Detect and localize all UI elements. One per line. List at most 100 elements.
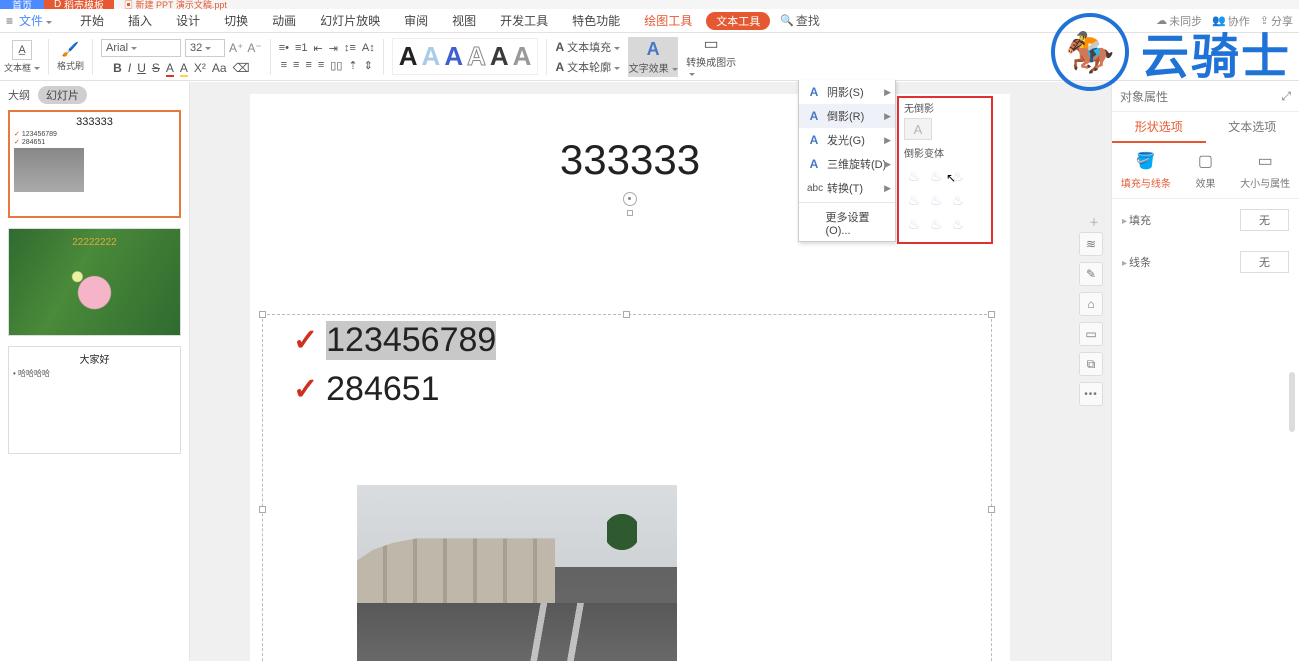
subtab-fill-line[interactable]: 🪣填充与线条 — [1121, 151, 1171, 190]
shrink-font-button[interactable]: A⁻ — [247, 41, 261, 55]
reflection-variant-2[interactable]: ♨ — [928, 167, 944, 185]
bold-button[interactable]: B — [113, 61, 122, 75]
side-more-button[interactable]: ••• — [1079, 382, 1103, 406]
menu-3d-rotate[interactable]: A三维旋转(D)▶ — [799, 152, 895, 176]
menu-view[interactable]: 视图 — [452, 12, 476, 29]
tab-document[interactable]: ▣ 新建 PPT 演示文稿.ppt — [114, 0, 237, 11]
text-effect-button[interactable]: A 文字效果 — [628, 37, 678, 77]
line-spacing-button[interactable]: ↕≡ — [344, 42, 356, 55]
content-image[interactable] — [357, 485, 677, 661]
grow-font-button[interactable]: A⁺ — [229, 41, 243, 55]
text-outline-button[interactable]: A文本轮廓 — [555, 59, 620, 75]
content-bullet-1[interactable]: ✓ 123456789 — [293, 321, 991, 360]
menu-file[interactable]: 文件 — [19, 12, 52, 29]
indent-inc-button[interactable]: ⇥ — [329, 42, 338, 55]
numbering-button[interactable]: ≡1 — [295, 42, 308, 55]
menu-design[interactable]: 设计 — [176, 12, 200, 29]
tab-home[interactable]: 首页 — [0, 0, 44, 9]
menu-insert[interactable]: 插入 — [128, 12, 152, 29]
underline-button[interactable]: U — [137, 61, 146, 75]
side-layers-button[interactable]: ≋ — [1079, 232, 1103, 256]
text-fill-button[interactable]: A文本填充 — [555, 39, 620, 55]
align-middle-button[interactable]: ⇕ — [364, 59, 373, 72]
text-direction-button[interactable]: A↕ — [362, 42, 375, 55]
handle-tm[interactable] — [623, 311, 630, 318]
handle-tl[interactable] — [259, 311, 266, 318]
menu-transition[interactable]: 切换 — [224, 12, 248, 29]
wordart-style-1[interactable]: A — [399, 41, 418, 72]
menu-text-tools[interactable]: 文本工具 — [706, 12, 770, 30]
menu-transform[interactable]: abc转换(T)▶ — [799, 176, 895, 200]
reflection-variant-5[interactable]: ♨ — [928, 191, 944, 209]
menu-reflection[interactable]: A倒影(R)▶ — [799, 104, 895, 128]
menu-more-settings[interactable]: 更多设置(O)... — [799, 205, 895, 241]
align-justify-button[interactable]: ≡ — [318, 59, 324, 72]
convert-to-shape-button[interactable]: ▭ 转换成图示 — [686, 37, 736, 77]
font-name-select[interactable]: Arial — [101, 39, 181, 57]
font-color-button[interactable]: A — [166, 61, 174, 75]
prop-line-row[interactable]: ▸线条 无 — [1112, 241, 1299, 283]
menu-special[interactable]: 特色功能 — [572, 12, 620, 29]
menu-drawing-tools[interactable]: 绘图工具 — [644, 12, 692, 29]
italic-button[interactable]: I — [128, 61, 131, 75]
wordart-style-2[interactable]: A — [422, 41, 441, 72]
textbox-button[interactable]: A̲ 文本框 — [4, 40, 40, 74]
side-home-button[interactable]: ⌂ — [1079, 292, 1103, 316]
menu-dev[interactable]: 开发工具 — [500, 12, 548, 29]
strike-button[interactable]: S — [152, 61, 160, 75]
columns-button[interactable]: ▯▯ — [330, 59, 342, 72]
rotation-handle[interactable] — [623, 192, 637, 206]
tab-text-options[interactable]: 文本选项 — [1206, 112, 1299, 143]
side-slide-button[interactable]: ▭ — [1079, 322, 1103, 346]
align-center-button[interactable]: ≡ — [293, 59, 299, 72]
pane-scrollbar[interactable] — [1289, 372, 1295, 432]
reflection-variant-4[interactable]: ♨ — [906, 191, 922, 209]
wordart-style-4[interactable]: A — [467, 41, 486, 72]
bullets-button[interactable]: ≡• — [279, 42, 289, 55]
align-top-button[interactable]: ⇡ — [348, 59, 357, 72]
collapse-icon[interactable]: ⤢ — [1281, 89, 1291, 104]
slide-title[interactable]: 333333 — [250, 136, 1010, 184]
no-reflection-option[interactable]: A — [904, 118, 932, 140]
subtab-effect[interactable]: ▢效果 — [1180, 151, 1230, 190]
superscript-button[interactable]: X² — [194, 61, 206, 75]
wordart-gallery[interactable]: A A A A A A — [392, 38, 539, 75]
tab-slides[interactable]: 幻灯片 — [38, 86, 87, 104]
menu-glow[interactable]: A发光(G)▶ — [799, 128, 895, 152]
highlight-button[interactable]: A — [180, 61, 188, 75]
handle-tr[interactable] — [988, 311, 995, 318]
menu-review[interactable]: 审阅 — [404, 12, 428, 29]
wordart-style-6[interactable]: A — [513, 41, 532, 72]
clear-format-button[interactable]: ⌫ — [233, 61, 250, 75]
menu-shadow[interactable]: A阴影(S)▶ — [799, 80, 895, 104]
slide-thumb-1[interactable]: 333333 123456789 284651 — [8, 110, 181, 218]
align-right-button[interactable]: ≡ — [305, 59, 311, 72]
content-bullet-2[interactable]: ✓ 284651 — [293, 370, 991, 409]
reflection-variant-1[interactable]: ♨ — [906, 167, 922, 185]
hamburger-icon[interactable]: ≡ — [6, 14, 13, 28]
prop-fill-value[interactable]: 无 — [1240, 209, 1289, 231]
search-button[interactable]: 🔍查找 — [780, 12, 820, 29]
change-case-button[interactable]: Aa — [212, 61, 227, 75]
handle-ml[interactable] — [259, 506, 266, 513]
tab-outline[interactable]: 大纲 — [8, 87, 30, 103]
prop-line-value[interactable]: 无 — [1240, 251, 1289, 273]
slide-thumb-2[interactable]: 22222222 — [8, 228, 181, 336]
wordart-style-3[interactable]: A — [444, 41, 463, 72]
format-brush-button[interactable]: 🖌️ 格式刷 — [57, 41, 84, 72]
prop-fill-row[interactable]: ▸填充 无 — [1112, 199, 1299, 241]
reflection-variant-8[interactable]: ♨ — [928, 215, 944, 233]
subtab-size[interactable]: ▭大小与属性 — [1240, 151, 1290, 190]
content-placeholder[interactable]: ✓ 123456789 ✓ 284651 — [262, 314, 992, 661]
align-left-button[interactable]: ≡ — [281, 59, 287, 72]
indent-dec-button[interactable]: ⇤ — [314, 42, 323, 55]
side-arrange-button[interactable]: ⧉ — [1079, 352, 1103, 376]
side-pen-button[interactable]: ✎ — [1079, 262, 1103, 286]
tab-shape-options[interactable]: 形状选项 — [1112, 112, 1206, 143]
tab-template[interactable]: D 稻壳模板 — [44, 0, 114, 9]
reflection-variant-7[interactable]: ♨ — [906, 215, 922, 233]
reflection-variant-9[interactable]: ♨ — [950, 215, 966, 233]
top-handle[interactable] — [627, 210, 633, 216]
font-size-select[interactable]: 32 — [185, 39, 225, 57]
menu-slideshow[interactable]: 幻灯片放映 — [320, 12, 380, 29]
